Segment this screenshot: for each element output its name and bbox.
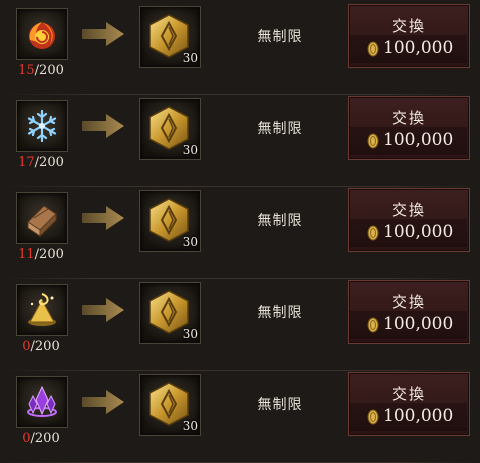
reward-quantity: 30 <box>182 419 198 433</box>
price-value: 100,000 <box>383 406 454 426</box>
gold-coin-icon <box>367 225 379 241</box>
arrow-right-icon <box>82 206 124 230</box>
price-value: 100,000 <box>383 38 454 58</box>
source-item-slot[interactable] <box>16 8 68 60</box>
item-count: 0/200 <box>22 431 60 446</box>
price-value: 100,000 <box>383 314 454 334</box>
exchange-row: 17/200 30 無制限 交換 100,000 <box>0 92 480 187</box>
fire-orb-icon <box>29 22 55 49</box>
reward-quantity: 30 <box>182 143 198 157</box>
source-item-slot[interactable] <box>16 192 68 244</box>
exchange-button[interactable]: 交換 100,000 <box>348 372 470 436</box>
exchange-button-label: 交換 <box>391 201 426 219</box>
item-count: 17/200 <box>18 155 64 170</box>
gold-coin-icon <box>367 409 379 425</box>
exchange-row: 0/200 30 無制限 交換 100,000 <box>0 276 480 371</box>
exchange-button-label: 交換 <box>391 293 426 311</box>
arrow-right-icon <box>82 390 124 414</box>
arrow-right-icon <box>82 114 124 138</box>
purple-crystal-icon <box>27 385 57 417</box>
reward-quantity: 30 <box>182 51 198 65</box>
exchange-limit: 無制限 <box>257 397 303 413</box>
item-count: 0/200 <box>22 339 60 354</box>
exchange-button[interactable]: 交換 100,000 <box>348 188 470 252</box>
exchange-button[interactable]: 交換 100,000 <box>348 280 470 344</box>
price-value: 100,000 <box>383 222 454 242</box>
snowflake-icon <box>27 109 57 143</box>
exchange-button-label: 交換 <box>391 385 426 403</box>
reward-quantity: 30 <box>182 235 198 249</box>
exchange-row: 11/200 30 無制限 交換 100,000 <box>0 184 480 279</box>
item-count: 15/200 <box>18 63 64 78</box>
exchange-button[interactable]: 交換 100,000 <box>348 96 470 160</box>
source-item-slot[interactable] <box>16 284 68 336</box>
exchange-row: 0/200 30 無制限 交換 100,000 <box>0 368 480 463</box>
reward-item-slot[interactable]: 30 <box>139 374 201 436</box>
reward-item-slot[interactable]: 30 <box>139 190 201 252</box>
arrow-right-icon <box>82 22 124 46</box>
source-item-slot[interactable] <box>16 376 68 428</box>
arrow-right-icon <box>82 298 124 322</box>
exchange-limit: 無制限 <box>257 213 303 229</box>
gold-coin-icon <box>367 317 379 333</box>
gold-coin-icon <box>367 133 379 149</box>
item-count: 11/200 <box>18 247 64 262</box>
reward-item-slot[interactable]: 30 <box>139 98 201 160</box>
source-item-slot[interactable] <box>16 100 68 152</box>
exchange-limit: 無制限 <box>257 121 303 137</box>
exchange-button-label: 交換 <box>391 109 426 127</box>
exchange-limit: 無制限 <box>257 29 303 45</box>
gold-coin-icon <box>367 41 379 57</box>
wood-log-icon <box>27 205 57 238</box>
exchange-limit: 無制限 <box>257 305 303 321</box>
golden-shrine-icon <box>28 293 56 326</box>
reward-item-slot[interactable]: 30 <box>139 6 201 68</box>
exchange-button[interactable]: 交換 100,000 <box>348 4 470 68</box>
reward-item-slot[interactable]: 30 <box>139 282 201 344</box>
exchange-button-label: 交換 <box>391 17 426 35</box>
reward-quantity: 30 <box>182 327 198 341</box>
exchange-row: 15/200 30 無制限 交換 100,000 <box>0 0 480 95</box>
price-value: 100,000 <box>383 130 454 150</box>
